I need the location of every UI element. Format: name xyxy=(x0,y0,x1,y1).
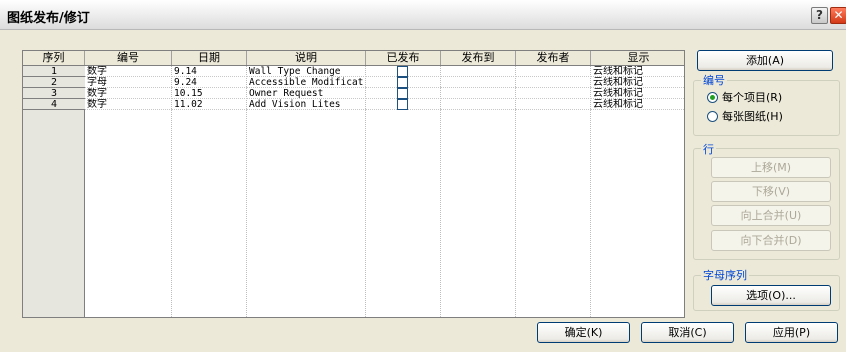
radio-per-sheet-label: 每张图纸(H) xyxy=(722,110,783,123)
window-title: 图纸发布/修订 xyxy=(7,11,90,26)
radio-per-project[interactable]: 每个项目(R) xyxy=(707,91,782,105)
col-header-issued-to[interactable]: 发布到 xyxy=(441,51,516,65)
issued-checkbox[interactable] xyxy=(397,66,408,77)
row-group-label: 行 xyxy=(701,141,716,157)
table-row[interactable]: 2 字母 9.24 Accessible Modificat 云线和标记 xyxy=(23,77,684,88)
cell-issued-by[interactable] xyxy=(516,66,591,77)
cell-issued-to[interactable] xyxy=(441,77,516,88)
merge-up-button[interactable]: 向上合并(U) xyxy=(711,205,831,226)
cell-show[interactable]: 云线和标记 xyxy=(591,88,684,99)
col-header-numbering[interactable]: 编号 xyxy=(85,51,172,65)
numbering-group-label: 编号 xyxy=(701,72,727,88)
cell-issued-by[interactable] xyxy=(516,88,591,99)
revision-grid: 序列 编号 日期 说明 已发布 发布到 发布者 显示 1 数字 9.14 Wal… xyxy=(22,50,685,318)
options-button[interactable]: 选项(O)... xyxy=(711,285,831,306)
close-button[interactable]: ✕ xyxy=(830,7,846,24)
table-row[interactable]: 3 数字 10.15 Owner Request 云线和标记 xyxy=(23,88,684,99)
cell-numbering[interactable]: 数字 xyxy=(85,99,172,110)
row-seq[interactable]: 3 xyxy=(23,88,85,99)
cell-issued-to[interactable] xyxy=(441,66,516,77)
cell-issued-by[interactable] xyxy=(516,99,591,110)
cell-show[interactable]: 云线和标记 xyxy=(591,77,684,88)
cell-numbering[interactable]: 数字 xyxy=(85,88,172,99)
radio-per-project-label: 每个项目(R) xyxy=(722,91,783,104)
col-header-issued-by[interactable]: 发布者 xyxy=(516,51,591,65)
row-seq[interactable]: 2 xyxy=(23,77,85,88)
issued-checkbox[interactable] xyxy=(397,99,408,110)
cell-show[interactable]: 云线和标记 xyxy=(591,66,684,77)
cell-date[interactable]: 9.14 xyxy=(172,66,247,77)
ok-button[interactable]: 确定(K) xyxy=(537,322,630,343)
col-header-description[interactable]: 说明 xyxy=(247,51,366,65)
cell-issued-by[interactable] xyxy=(516,77,591,88)
row-seq[interactable]: 1 xyxy=(23,66,85,77)
cell-numbering[interactable]: 数字 xyxy=(85,66,172,77)
cell-description[interactable]: Owner Request xyxy=(247,88,366,99)
cell-date[interactable]: 11.02 xyxy=(172,99,247,110)
table-row[interactable]: 4 数字 11.02 Add Vision Lites 云线和标记 xyxy=(23,99,684,110)
title-bar: 图纸发布/修订 ? ✕ xyxy=(0,0,846,30)
col-header-date[interactable]: 日期 xyxy=(172,51,247,65)
table-row[interactable]: 1 数字 9.14 Wall Type Change 云线和标记 xyxy=(23,66,684,77)
issued-checkbox[interactable] xyxy=(397,77,408,88)
cell-description[interactable]: Add Vision Lites xyxy=(247,99,366,110)
cell-description[interactable]: Accessible Modificat xyxy=(247,77,366,88)
alpha-sequence-group-label: 字母序列 xyxy=(701,267,749,283)
help-button[interactable]: ? xyxy=(811,7,828,24)
issued-checkbox[interactable] xyxy=(397,88,408,99)
cell-date[interactable]: 9.24 xyxy=(172,77,247,88)
numbering-group xyxy=(693,80,840,136)
radio-selected-icon xyxy=(707,92,718,103)
cell-issued-to[interactable] xyxy=(441,99,516,110)
cell-description[interactable]: Wall Type Change xyxy=(247,66,366,77)
radio-per-sheet[interactable]: 每张图纸(H) xyxy=(707,110,783,124)
col-header-issued[interactable]: 已发布 xyxy=(366,51,441,65)
merge-down-button[interactable]: 向下合并(D) xyxy=(711,230,831,251)
apply-button[interactable]: 应用(P) xyxy=(745,322,838,343)
cell-issued-to[interactable] xyxy=(441,88,516,99)
move-down-button[interactable]: 下移(V) xyxy=(711,181,831,202)
cell-numbering[interactable]: 字母 xyxy=(85,77,172,88)
add-button[interactable]: 添加(A) xyxy=(697,50,833,71)
radio-unselected-icon xyxy=(707,111,718,122)
move-up-button[interactable]: 上移(M) xyxy=(711,157,831,178)
grid-header-row: 序列 编号 日期 说明 已发布 发布到 发布者 显示 xyxy=(23,51,684,66)
cell-show[interactable]: 云线和标记 xyxy=(591,99,684,110)
cell-date[interactable]: 10.15 xyxy=(172,88,247,99)
col-header-seq[interactable]: 序列 xyxy=(23,51,85,65)
cancel-button[interactable]: 取消(C) xyxy=(641,322,734,343)
row-seq[interactable]: 4 xyxy=(23,99,85,110)
col-header-show[interactable]: 显示 xyxy=(591,51,684,65)
